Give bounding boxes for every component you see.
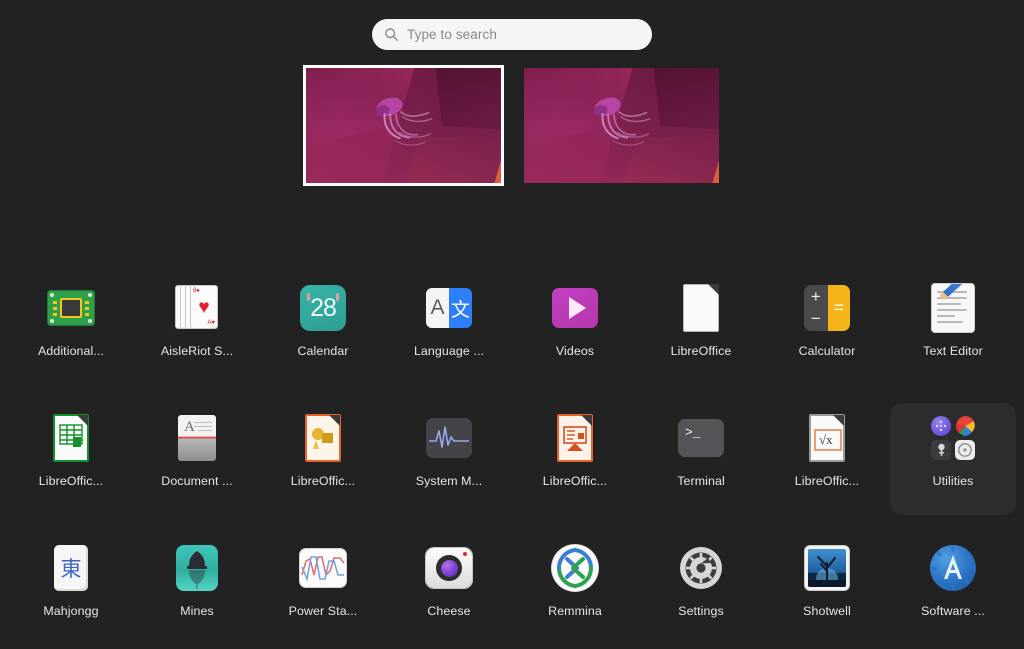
- app-label: Text Editor: [923, 344, 983, 358]
- search-placeholder-text: Type to search: [407, 27, 497, 42]
- folder-utilities-icon: [927, 412, 979, 464]
- app-item-mahjongg[interactable]: 東 Mahjongg: [8, 533, 134, 645]
- remote-desktop-icon: [549, 542, 601, 594]
- software-store-icon: [927, 542, 979, 594]
- app-item-libreoffice-draw[interactable]: LibreOffic...: [260, 403, 386, 515]
- app-label: LibreOffic...: [794, 474, 860, 488]
- document-scanner-icon: A: [171, 412, 223, 464]
- presentation-icon: [549, 412, 601, 464]
- calculator-icon: + − =: [801, 282, 853, 334]
- app-item-shotwell[interactable]: Shotwell: [764, 533, 890, 645]
- disk-usage-analyzer-mini-icon: [955, 416, 975, 436]
- terminal-prompt-icon: >_: [675, 412, 727, 464]
- svg-text:√x: √x: [819, 432, 833, 447]
- connections-mini-icon: [931, 416, 951, 436]
- jellyfish-illustration-2: [592, 97, 651, 146]
- app-label: Cheese: [427, 604, 471, 618]
- calendar-icon: 28: [297, 282, 349, 334]
- draw-shapes-icon: [297, 412, 349, 464]
- app-label: Utilities: [932, 474, 974, 488]
- minesweeper-icon: [171, 542, 223, 594]
- app-item-calculator[interactable]: + − = Calculator: [764, 273, 890, 385]
- document-icon: [675, 282, 727, 334]
- pencil-document-icon: [927, 282, 979, 334]
- webcam-icon: [423, 542, 475, 594]
- app-label: LibreOffic...: [290, 474, 356, 488]
- app-label: Calendar: [297, 344, 349, 358]
- app-item-aisleriot-solitaire[interactable]: 8♠ ♥ A♥ AisleRiot S...: [134, 273, 260, 385]
- workspace-thumbnail-2[interactable]: [523, 68, 719, 183]
- search-icon: [384, 27, 399, 42]
- app-item-mines[interactable]: Mines: [134, 533, 260, 645]
- spreadsheet-icon: [45, 412, 97, 464]
- app-item-libreoffice-math[interactable]: √x LibreOffic...: [764, 403, 890, 515]
- app-label: Power Sta...: [288, 604, 358, 618]
- jellyfish-illustration-1: [374, 97, 433, 146]
- app-label: Terminal: [677, 474, 725, 488]
- search-input[interactable]: Type to search: [372, 19, 652, 50]
- app-label: Calculator: [798, 344, 856, 358]
- app-grid-row-1: Additional... 8♠ ♥ A♥ AisleRiot S... 28 …: [0, 273, 1024, 385]
- playing-cards-icon: 8♠ ♥ A♥: [171, 282, 223, 334]
- circuit-chip-icon: [45, 282, 97, 334]
- app-label: Document ...: [161, 474, 233, 488]
- photo-tree-icon: [801, 542, 853, 594]
- mahjong-tile-icon: 東: [45, 542, 97, 594]
- app-grid-row-3: 東 Mahjongg Mines Power Sta... Cheese Rem…: [0, 533, 1024, 645]
- app-label: LibreOffic...: [542, 474, 608, 488]
- app-item-cheese[interactable]: Cheese: [386, 533, 512, 645]
- app-item-system-monitor[interactable]: System M...: [386, 403, 512, 515]
- app-grid-row-2: LibreOffic... A Document ... LibreOffic.…: [0, 403, 1024, 515]
- power-graph-icon: [297, 542, 349, 594]
- app-item-remmina[interactable]: Remmina: [512, 533, 638, 645]
- translate-icon: A 文: [423, 282, 475, 334]
- app-item-document-scanner[interactable]: A Document ...: [134, 403, 260, 515]
- workspace-thumbnail-1[interactable]: [302, 65, 504, 186]
- gear-icon: [675, 542, 727, 594]
- math-formula-icon: √x: [801, 412, 853, 464]
- app-item-libreoffice-impress[interactable]: LibreOffic...: [512, 403, 638, 515]
- app-item-terminal[interactable]: >_ Terminal: [638, 403, 764, 515]
- app-label: Mines: [180, 604, 214, 618]
- play-button-icon: [549, 282, 601, 334]
- app-label: Additional...: [37, 344, 105, 358]
- app-item-libreoffice[interactable]: LibreOffice: [638, 273, 764, 385]
- app-label: Mahjongg: [43, 604, 99, 618]
- app-label: System M...: [415, 474, 483, 488]
- app-item-power-statistics[interactable]: Power Sta...: [260, 533, 386, 645]
- app-label: Language ...: [413, 344, 485, 358]
- app-grid: Additional... 8♠ ♥ A♥ AisleRiot S... 28 …: [0, 273, 1024, 645]
- workspace-thumbnail-row: [0, 65, 1024, 186]
- app-item-software-updater[interactable]: Software ...: [890, 533, 1016, 645]
- app-label: Settings: [678, 604, 724, 618]
- app-item-language-support[interactable]: A 文 Language ...: [386, 273, 512, 385]
- app-label: Software ...: [921, 604, 985, 618]
- terminal-prompt-text: >_: [685, 425, 701, 440]
- app-label: Remmina: [548, 604, 602, 618]
- waveform-monitor-icon: [423, 412, 475, 464]
- app-item-settings[interactable]: Settings: [638, 533, 764, 645]
- app-item-videos[interactable]: Videos: [512, 273, 638, 385]
- app-item-calendar[interactable]: 28 Calendar: [260, 273, 386, 385]
- passwords-keys-mini-icon: [931, 440, 951, 460]
- search-bar-container: Type to search: [0, 19, 1024, 50]
- app-item-text-editor[interactable]: Text Editor: [890, 273, 1016, 385]
- app-label: AisleRiot S...: [160, 344, 234, 358]
- app-item-libreoffice-calc[interactable]: LibreOffic...: [8, 403, 134, 515]
- mahjong-glyph: 東: [60, 558, 82, 581]
- app-label: LibreOffic...: [38, 474, 104, 488]
- app-item-additional-drivers[interactable]: Additional...: [8, 273, 134, 385]
- app-label: LibreOffice: [670, 344, 732, 358]
- app-label: Shotwell: [803, 604, 851, 618]
- disks-mini-icon: [955, 440, 975, 460]
- app-item-utilities-folder[interactable]: Utilities: [890, 403, 1016, 515]
- calendar-day-number: 28: [310, 293, 337, 322]
- app-label: Videos: [555, 344, 595, 358]
